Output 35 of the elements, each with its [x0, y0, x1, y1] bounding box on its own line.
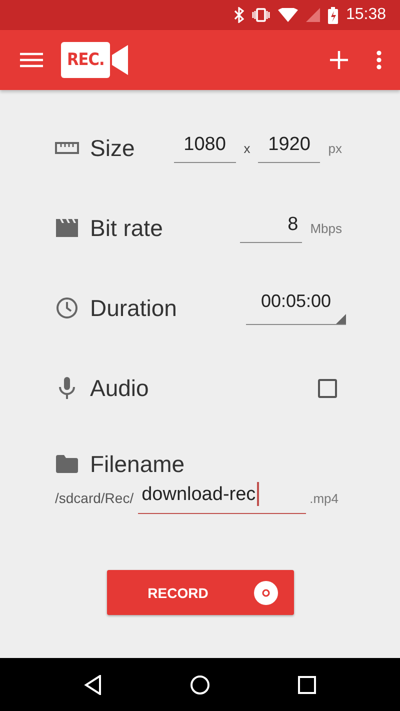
record-icon — [254, 580, 278, 604]
clapperboard-icon — [56, 219, 78, 237]
signal-icon — [306, 8, 320, 22]
width-field[interactable]: 1080 — [174, 134, 236, 162]
height-field[interactable]: 1920 — [258, 134, 320, 162]
more-icon[interactable] — [376, 50, 382, 70]
setting-label: Bit rate — [90, 214, 163, 242]
menu-icon[interactable] — [20, 52, 43, 68]
vibrate-icon — [252, 8, 270, 22]
setting-label: Duration — [90, 294, 177, 322]
setting-label: Filename — [90, 450, 185, 478]
battery-icon — [328, 6, 338, 24]
unit-label: Mbps — [310, 220, 342, 236]
unit-label: px — [328, 140, 342, 156]
back-icon[interactable] — [84, 674, 102, 694]
file-extension: .mp4 — [310, 491, 338, 508]
duration-dropdown[interactable]: 00:05:00 — [246, 291, 346, 325]
ruler-icon — [55, 142, 79, 154]
path-prefix: /sdcard/Rec/ — [55, 490, 134, 508]
times-sign: x — [244, 140, 250, 156]
record-button[interactable]: RECORD — [106, 570, 294, 615]
status-time: 15:38 — [346, 6, 386, 24]
audio-checkbox[interactable] — [318, 378, 337, 398]
add-icon[interactable] — [330, 51, 348, 69]
folder-icon — [56, 455, 78, 473]
microphone-icon — [59, 377, 75, 399]
recents-icon[interactable] — [298, 676, 316, 694]
wifi-icon — [278, 8, 298, 22]
bluetooth-icon — [234, 7, 244, 23]
clock-icon — [56, 297, 78, 319]
bitrate-field[interactable]: 8 — [240, 214, 302, 242]
setting-label: Audio — [90, 374, 149, 402]
setting-label: Size — [90, 134, 135, 162]
filename-field[interactable]: download-rec — [138, 482, 306, 514]
home-icon[interactable] — [190, 674, 210, 694]
